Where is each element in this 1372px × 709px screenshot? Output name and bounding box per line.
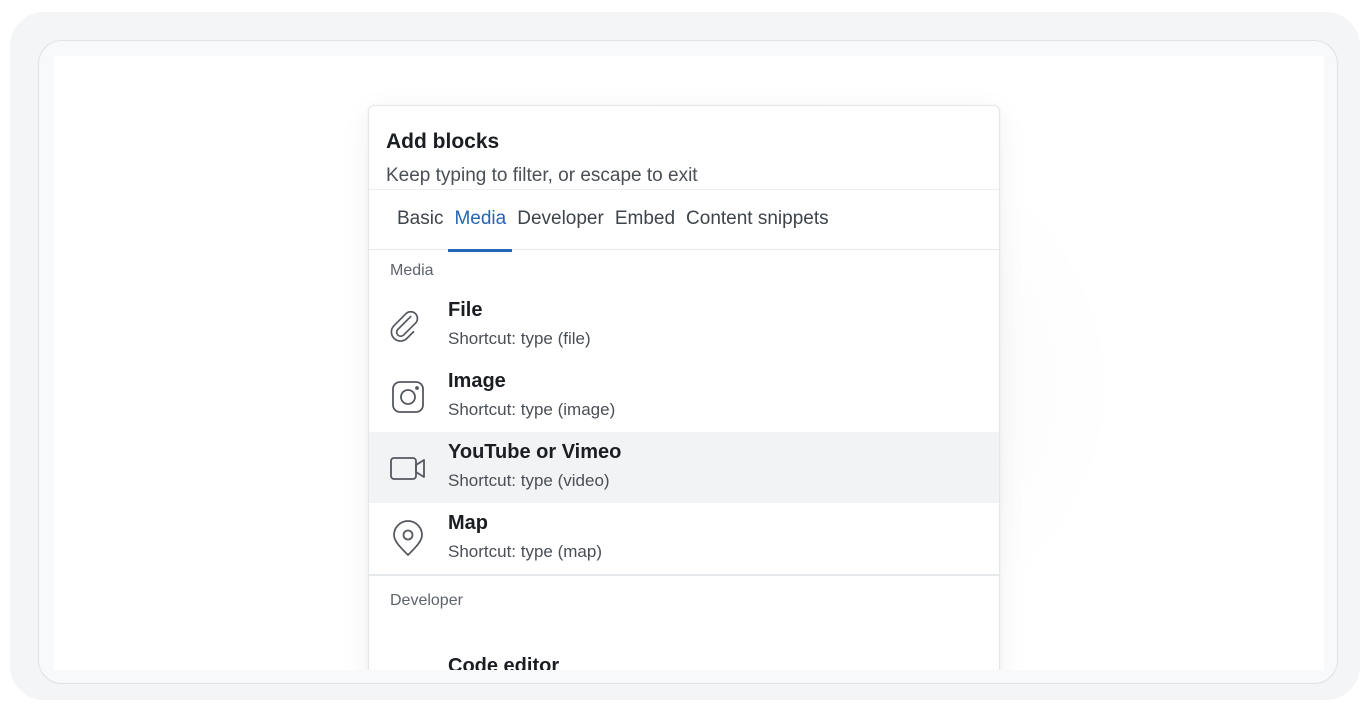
- video-camera-icon: [369, 432, 429, 503]
- section-label-media: Media: [390, 262, 434, 279]
- tab-developer[interactable]: Developer: [517, 190, 604, 250]
- block-item-title: Map: [448, 512, 488, 534]
- block-item-shortcut: Shortcut: type (video): [448, 471, 610, 490]
- block-item-shortcut: Shortcut: type (file): [448, 329, 591, 348]
- add-blocks-panel: Add blocks Keep typing to filter, or esc…: [368, 105, 1000, 670]
- block-item-file[interactable]: File Shortcut: type (file): [369, 290, 999, 361]
- block-item-title: File: [448, 299, 483, 321]
- block-item-code-editor[interactable]: Code editor: [448, 653, 559, 670]
- block-item-shortcut: Shortcut: type (map): [448, 542, 603, 561]
- tab-basic[interactable]: Basic: [397, 190, 443, 250]
- map-pin-icon: [369, 503, 429, 574]
- paperclip-icon: [369, 290, 429, 361]
- panel-title: Add blocks: [386, 130, 500, 153]
- panel-header: Add blocks Keep typing to filter, or esc…: [369, 106, 999, 190]
- section-label-developer: Developer: [390, 591, 463, 609]
- panel-subtitle: Keep typing to filter, or escape to exit: [386, 165, 698, 186]
- block-item-map[interactable]: Map Shortcut: type (map): [369, 503, 999, 574]
- tab-content-snippets[interactable]: Content snippets: [686, 190, 829, 250]
- block-category-tabs: Basic Media Developer Embed Content snip…: [369, 190, 999, 252]
- block-item-title: YouTube or Vimeo: [448, 441, 622, 463]
- editor-canvas: Add blocks Keep typing to filter, or esc…: [54, 56, 1324, 670]
- block-item-image[interactable]: Image Shortcut: type (image): [369, 361, 999, 432]
- block-item-title: Image: [448, 370, 506, 392]
- block-item-shortcut: Shortcut: type (image): [448, 400, 616, 419]
- image-icon: [369, 361, 429, 432]
- tab-media[interactable]: Media: [448, 190, 512, 252]
- block-item-video[interactable]: YouTube or Vimeo Shortcut: type (video): [369, 432, 999, 503]
- tab-embed[interactable]: Embed: [615, 190, 675, 250]
